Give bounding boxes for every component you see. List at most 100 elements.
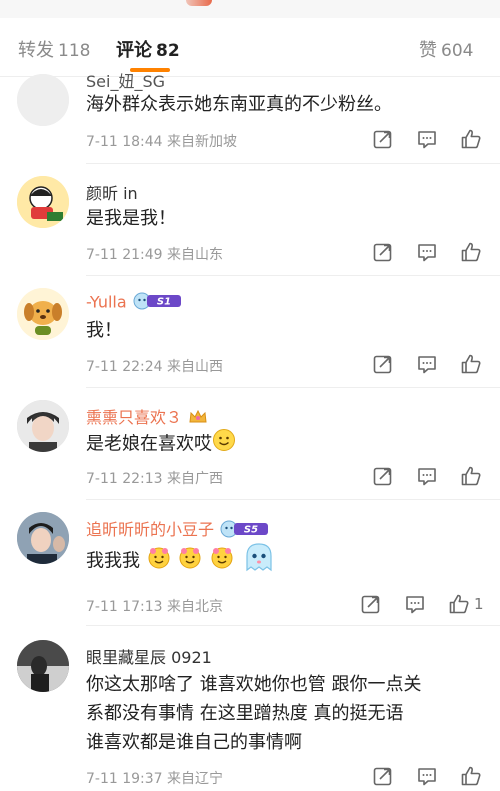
comment-author[interactable]: 眼里藏星辰 0921 <box>86 644 212 668</box>
reply-button[interactable] <box>416 353 438 375</box>
tab-like[interactable]: 赞 604 <box>419 36 473 62</box>
comment-location: 来自广西 <box>167 471 224 487</box>
comment-author[interactable]: 追昕昕昕的小豆子 S5 <box>86 516 270 542</box>
repost-button[interactable] <box>372 241 394 263</box>
comment-actions <box>372 241 482 265</box>
reply-button[interactable] <box>416 128 438 150</box>
comment-text: 你这太那啥了 谁喜欢她你也管 跟你一点关 系都没有事情 在这里蹭热度 真的挺无语… <box>86 670 486 757</box>
avatar[interactable] <box>17 400 69 452</box>
comment-author-name: 追昕昕昕的小豆子 <box>86 520 215 539</box>
comment-text-line: 系都没有事情 在这里蹭热度 真的挺无语 <box>86 703 404 724</box>
thumbs-up-icon <box>449 594 469 614</box>
comment-author-name: -Yulla <box>86 292 127 312</box>
like-button[interactable] <box>460 765 482 787</box>
avatar[interactable] <box>17 74 69 126</box>
smile-emoji <box>212 428 236 461</box>
comment-location: 来自北京 <box>167 599 224 615</box>
reply-button[interactable] <box>404 593 426 615</box>
comment-text: 是我是我！ <box>86 208 176 229</box>
comment-actions <box>372 128 482 152</box>
flower-face-emoji-icon <box>148 547 170 569</box>
comment-location: 来自辽宁 <box>167 771 224 787</box>
comment-text-content: 是老娘在喜欢哎 <box>86 433 212 455</box>
thumbs-up-icon <box>461 242 481 262</box>
tab-like-label: 赞 <box>419 40 437 61</box>
repost-button[interactable] <box>360 593 382 615</box>
previous-content-strip <box>0 0 500 18</box>
repost-icon <box>373 130 392 149</box>
cartoon-avatar-icon <box>17 176 69 228</box>
comment-item: 追昕昕昕的小豆子 S5 我我我 7-11 17:13 来自北京 1 <box>0 500 500 626</box>
repost-icon <box>373 467 392 486</box>
like-button[interactable] <box>460 241 482 263</box>
like-count: 1 <box>474 595 484 613</box>
thumbs-up-icon <box>461 354 481 374</box>
vip-badge: S5 <box>220 520 270 542</box>
flower-face-emoji <box>209 544 235 579</box>
photo-avatar-icon <box>17 400 69 452</box>
repost-button[interactable] <box>372 465 394 487</box>
comment-actions <box>372 353 482 377</box>
comment-actions <box>372 765 482 789</box>
photo-avatar-icon <box>17 640 69 692</box>
like-button[interactable] <box>460 128 482 150</box>
comment-text: 我！ <box>86 320 122 341</box>
comment-time: 7-11 18:44 <box>86 134 163 150</box>
crown-badge <box>188 408 208 430</box>
comment-author[interactable]: Sei_妞_SG <box>86 68 165 92</box>
comment-text-line: 谁喜欢都是谁自己的事情啊 <box>86 732 302 753</box>
reply-button[interactable] <box>416 765 438 787</box>
repost-icon <box>361 595 380 614</box>
vip-level-badge-icon: S5 <box>220 520 269 537</box>
tab-repost[interactable]: 转发 118 <box>18 36 90 62</box>
comment-meta: 7-11 19:37 来自辽宁 <box>86 768 223 788</box>
reply-button[interactable] <box>416 241 438 263</box>
repost-icon <box>373 767 392 786</box>
photo-avatar-icon <box>17 512 69 564</box>
default-avatar-icon <box>17 74 69 126</box>
comment-author-name: 熏熏只喜欢３ <box>86 408 183 427</box>
comment-meta: 7-11 17:13 来自北京 <box>86 596 223 616</box>
repost-button[interactable] <box>372 353 394 375</box>
comment-actions <box>372 465 482 489</box>
avatar[interactable] <box>17 176 69 228</box>
comment-icon <box>418 468 436 486</box>
comment-author[interactable]: 颜昕 in <box>86 180 138 204</box>
comment-icon <box>418 131 436 149</box>
comment-location: 来自山西 <box>167 359 224 375</box>
comment-meta: 7-11 22:13 来自广西 <box>86 468 223 488</box>
flower-face-emoji <box>177 544 203 579</box>
thumbs-up-icon <box>461 129 481 149</box>
comment-icon <box>418 356 436 374</box>
tab-comment[interactable]: 评论 82 <box>116 36 180 62</box>
comment-item: Sei_妞_SG 海外群众表示她东南亚真的不少粉丝。 7-11 18:44 来自… <box>0 60 500 164</box>
avatar[interactable] <box>17 288 69 340</box>
like-button[interactable] <box>460 465 482 487</box>
comment-author[interactable]: 熏熏只喜欢３ <box>86 404 208 430</box>
ghost-sticker-icon <box>246 543 272 572</box>
comment-item: -Yulla S1 我！ 7-11 22:24 来自山西 <box>0 276 500 388</box>
reply-button[interactable] <box>416 465 438 487</box>
comment-text: 海外群众表示她东南亚真的不少粉丝。 <box>86 94 392 115</box>
comment-icon <box>418 244 436 262</box>
comment-meta: 7-11 18:44 来自新加坡 <box>86 131 237 151</box>
avatar[interactable] <box>17 512 69 564</box>
comment-icon <box>418 768 436 786</box>
vip-badge: S1 <box>133 292 183 314</box>
vip-badge-level: S5 <box>244 524 258 535</box>
comment-author[interactable]: -Yulla S1 <box>86 292 183 314</box>
flower-face-emoji-icon <box>179 547 201 569</box>
comment-meta: 7-11 22:24 来自山西 <box>86 356 223 376</box>
comment-location: 来自山东 <box>167 247 224 263</box>
repost-icon <box>373 243 392 262</box>
comment-time: 7-11 22:13 <box>86 471 163 487</box>
comment-text-content: 我我我 <box>86 550 140 572</box>
like-button[interactable] <box>448 593 470 615</box>
thumbs-up-icon <box>461 466 481 486</box>
repost-button[interactable] <box>372 128 394 150</box>
like-button[interactable] <box>460 353 482 375</box>
repost-button[interactable] <box>372 765 394 787</box>
tab-like-count: 604 <box>441 41 474 61</box>
tab-comment-count: 82 <box>156 41 180 61</box>
avatar[interactable] <box>17 640 69 692</box>
